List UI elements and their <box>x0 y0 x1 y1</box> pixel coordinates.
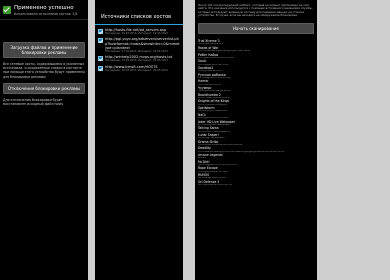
host-list-item[interactable]: Arcane Legends sts.sl3 <box>198 153 314 161</box>
host-list-item[interactable]: Knights of the Kings com.mobisuri.kingdom <box>198 100 314 107</box>
source-item[interactable]: http://www.lcmsft.com/HOSTS Последнее: 1… <box>98 65 180 72</box>
source-item[interactable]: http://hosts-file.net/ad_servers.asp Пос… <box>98 28 180 35</box>
download-apply-button[interactable]: Загрузка файлов и применение блокировки … <box>3 42 85 58</box>
source-text: http://hosts-file.net/ad_servers.asp Пос… <box>105 28 168 35</box>
status-text-block: Применено успешно Использовано источнико… <box>14 5 78 16</box>
host-sources-screen: Источники списков хостов http://hosts-fi… <box>95 0 183 280</box>
applied-screen: Применено успешно Использовано источнико… <box>0 0 88 280</box>
disable-blocking-button[interactable]: Отключение блокировки рекламы <box>3 82 85 94</box>
success-check-icon <box>3 6 11 14</box>
host-list-item[interactable]: Русская рыбалка com.pagosoft.rus.fishing <box>198 73 314 80</box>
source-text: http://www.lcmsft.com/HOSTS Последнее: 1… <box>105 65 168 72</box>
app-host-list: Trial Xtreme 3 com.deemedya.tx3 Roads of W… <box>195 39 317 187</box>
status-header: Применено успешно Использовано источнико… <box>0 0 88 20</box>
checked-checkbox-icon[interactable] <box>98 38 103 44</box>
host-list-item[interactable]: Sonic com.sega.sonic.android <box>198 59 314 67</box>
host-package: com.google.android.sci.hd <box>198 184 233 187</box>
status-title: Применено успешно <box>14 5 74 11</box>
scan-screen: После 191 контролирующий хоббист, которы… <box>195 0 317 280</box>
download-description: Все сетевые хосты, содержащиеся в указан… <box>3 62 85 79</box>
sources-title: Источники списков хостов <box>95 0 183 25</box>
host-list-item[interactable]: Drama Strike com.KABOOMstudios.DramaStrik… <box>198 140 314 147</box>
source-meta: Последнее: 17.03.2013, Интернет: 19.03.2… <box>105 50 168 54</box>
host-list-item[interactable]: Sci Defense 3 com.google.android.sci.hd <box>198 180 314 187</box>
source-meta: Последнее: 19.03.2013, Интернет: 19.03.2… <box>105 32 168 36</box>
host-list-item[interactable]: Rope Escape com.gameinpacts.rope <box>198 167 314 174</box>
status-subtitle: Использовано источников хостов: 3/4 <box>14 12 78 16</box>
source-meta: Последнее: 10.03.2013, Интернет: 20.03.2… <box>105 68 168 72</box>
disable-description: Для отключения блокировки будет восстано… <box>3 97 64 107</box>
start-scan-button[interactable]: Начать сканирование <box>198 22 314 34</box>
checked-checkbox-icon[interactable] <box>98 56 103 62</box>
source-text: http://winhelp2002.mvps.org/hosts.txt По… <box>105 55 172 62</box>
source-text: http://pgl.yoyo.org/adservers/serverlist… <box>105 37 180 53</box>
source-item[interactable]: http://winhelp2002.mvps.org/hosts.txt По… <box>98 55 180 62</box>
source-item[interactable]: http://pgl.yoyo.org/adservers/serverlist… <box>98 37 180 53</box>
source-meta: Последнее: 13.03.2013, Интернет: 20.03.2… <box>105 59 168 63</box>
sources-list: http://hosts-file.net/ad_servers.asp Пос… <box>95 25 183 77</box>
source-url: http://pgl.yoyo.org/adservers/serverlist… <box>105 37 180 50</box>
scan-intro-text: После 191 контролирующий хоббист, которы… <box>198 3 313 18</box>
host-list-item[interactable]: Робот Кайро com.gameloft.android.robot <box>198 53 314 60</box>
host-list-item[interactable]: Homar com.nikita.homar <box>198 80 314 87</box>
checked-checkbox-icon[interactable] <box>98 29 103 34</box>
checked-checkbox-icon[interactable] <box>98 65 103 71</box>
host-list-item[interactable]: Spellstorm com.enjoys.chessonet <box>198 106 314 114</box>
